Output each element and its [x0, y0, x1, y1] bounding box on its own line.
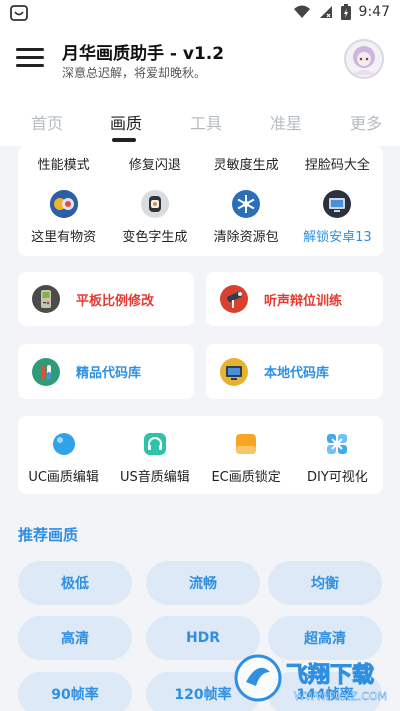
- coins-icon: [49, 190, 78, 218]
- sushi-icon: [140, 190, 169, 218]
- app-header: 月华画质助手 - v1.2 深意总迟解，将爱却晚秋。: [0, 28, 400, 90]
- premium-code-card[interactable]: 精品代码库: [18, 344, 194, 399]
- app-notification-icon: [10, 5, 28, 21]
- face-code-item[interactable]: 捏脸码大全: [292, 146, 382, 173]
- sensitivity-gen-item[interactable]: 灵敏度生成: [201, 146, 291, 173]
- diy-visual-item[interactable]: DIY可视化: [292, 430, 382, 485]
- tablet-ratio-card[interactable]: 平板比例修改: [18, 272, 194, 326]
- headphones-icon: [141, 430, 169, 458]
- quick-tools-card: 性能模式 修复闪退 灵敏度生成 捏脸码大全 这里有物资 变色字生成 清除资源包: [18, 146, 383, 256]
- local-code-card[interactable]: 本地代码库: [206, 344, 383, 399]
- color-text-item[interactable]: 变色字生成: [110, 190, 200, 245]
- chip-90fps[interactable]: 90帧率: [18, 672, 132, 711]
- performance-mode-item[interactable]: 性能模式: [19, 146, 109, 173]
- snowflake-icon: [232, 190, 261, 218]
- uc-quality-edit-item[interactable]: UC画质编辑: [19, 430, 109, 485]
- orange-card-icon: [232, 430, 260, 458]
- desktop-icon: [220, 357, 248, 386]
- app-title: 月华画质助手 - v1.2: [62, 44, 225, 64]
- ec-quality-lock-item[interactable]: EC画质锁定: [201, 430, 291, 485]
- tab-bar: 首页 画质 工具 准星 更多: [0, 90, 400, 146]
- recommend-title: 推荐画质: [18, 526, 79, 544]
- tab-more[interactable]: 更多: [350, 110, 382, 134]
- editors-card: UC画质编辑 US音质编辑 EC画质锁定 DIY可视化: [18, 416, 383, 494]
- chip-hd[interactable]: 高清: [18, 616, 132, 660]
- avatar[interactable]: [344, 39, 384, 79]
- test-tubes-icon: [32, 357, 60, 386]
- chip-very-low[interactable]: 极低: [18, 561, 132, 605]
- tab-indicator: [112, 138, 136, 142]
- blue-circle-icon: [50, 430, 78, 458]
- tab-quality[interactable]: 画质: [110, 110, 142, 134]
- gameboy-icon: [32, 285, 60, 313]
- svg-text:WWW.FXXZ.COM: WWW.FXXZ.COM: [294, 690, 387, 703]
- signal-x-icon: [319, 6, 332, 18]
- watermark-logo: 飞翔下载 WWW.FXXZ.COM: [234, 654, 387, 703]
- status-bar: 9:47: [0, 0, 400, 28]
- us-audio-edit-item[interactable]: US音质编辑: [110, 430, 200, 485]
- monitor-icon: [323, 190, 352, 218]
- app-subtitle: 深意总迟解，将爱却晚秋。: [62, 66, 207, 80]
- tab-home[interactable]: 首页: [31, 110, 63, 134]
- supplies-item[interactable]: 这里有物资: [19, 190, 109, 245]
- watermark: 飞翔下载 WWW.FXXZ.COM: [232, 652, 398, 708]
- battery-charging-icon: [340, 4, 351, 20]
- telescope-icon: [220, 285, 248, 313]
- tab-crosshair[interactable]: 准星: [270, 110, 302, 134]
- svg-text:飞翔下载: 飞翔下载: [286, 662, 374, 688]
- chip-smooth[interactable]: 流畅: [146, 561, 260, 605]
- clear-resources-item[interactable]: 清除资源包: [201, 190, 291, 245]
- chip-balanced[interactable]: 均衡: [268, 561, 382, 605]
- fix-crash-item[interactable]: 修复闪退: [110, 146, 200, 173]
- wifi-icon: [293, 5, 310, 18]
- menu-icon[interactable]: [16, 45, 46, 71]
- unlock-android13-item[interactable]: 解锁安卓13: [292, 190, 382, 245]
- grid-icon: [323, 430, 351, 458]
- sound-training-card[interactable]: 听声辩位训练: [206, 272, 383, 326]
- status-time: 9:47: [358, 4, 390, 20]
- tab-tools[interactable]: 工具: [190, 110, 222, 134]
